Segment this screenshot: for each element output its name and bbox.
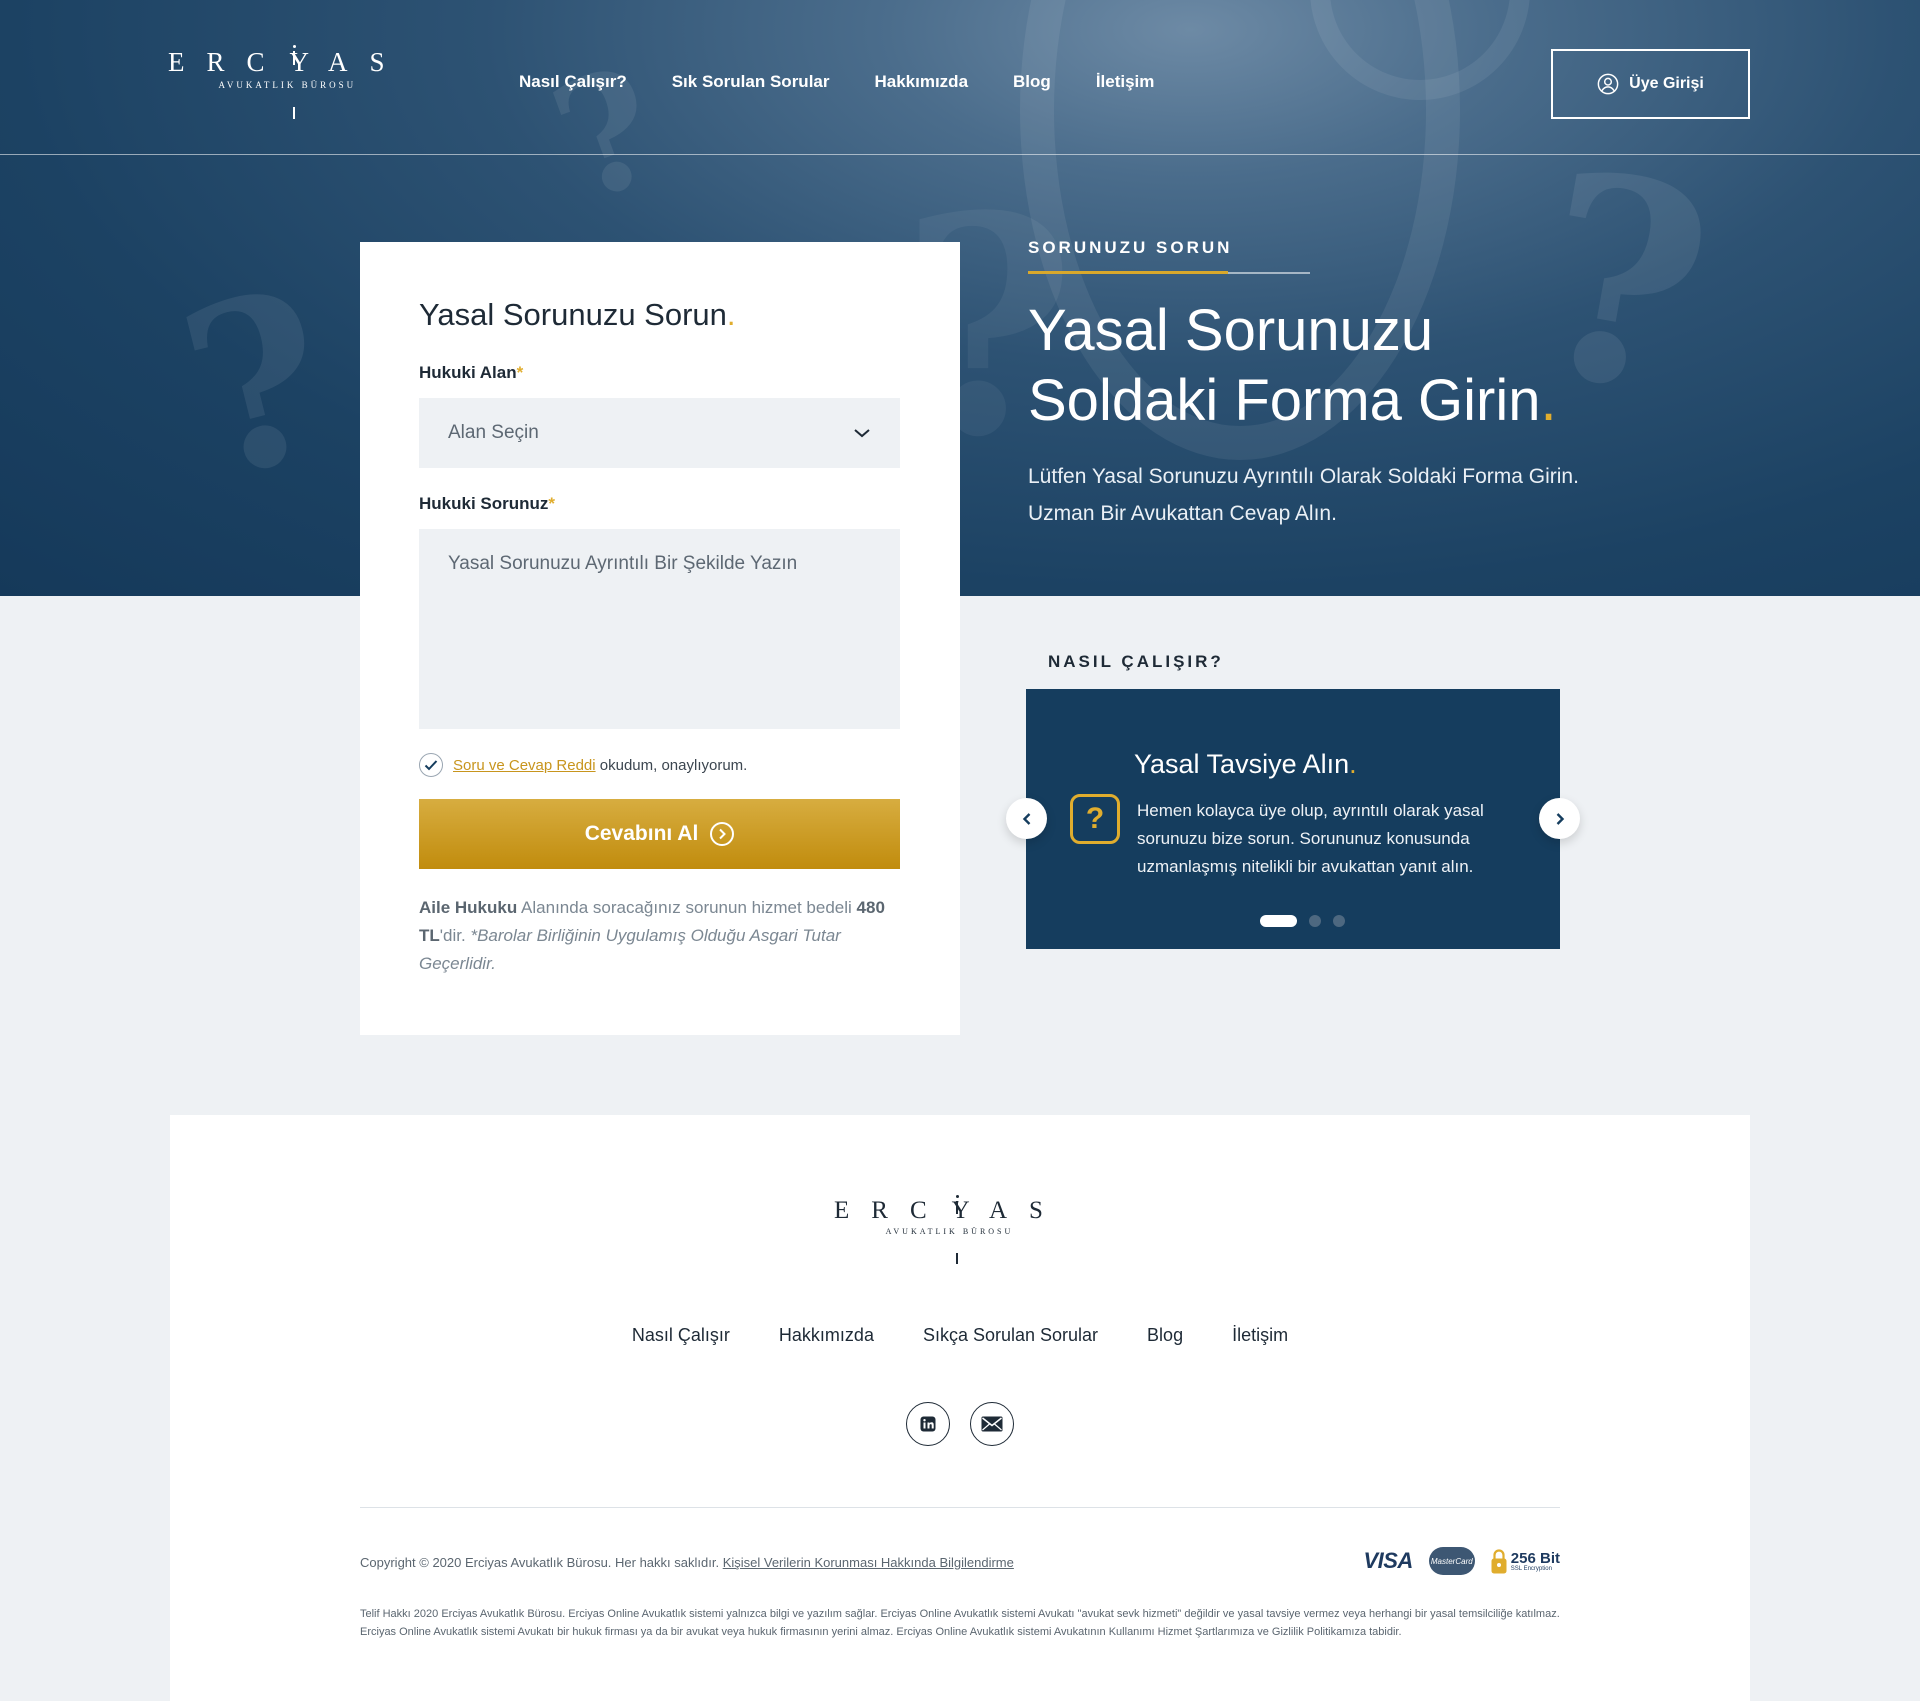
nav-item-how-it-works[interactable]: Nasıl Çalışır? — [519, 72, 627, 92]
linkedin-icon[interactable] — [906, 1402, 950, 1446]
required-marker: * — [548, 494, 556, 513]
nav-item-blog[interactable]: Blog — [1013, 72, 1051, 92]
how-it-works-heading: NASIL ÇALIŞIR? — [1048, 652, 1224, 671]
main-nav: Nasıl Çalışır? Sık Sorulan Sorular Hakkı… — [519, 72, 1154, 92]
visa-logo: VISA — [1363, 1548, 1413, 1573]
question-mark-decoration: ? — [159, 237, 356, 533]
note-area: Aile Hukuku — [419, 898, 518, 917]
hero-title-dot: . — [1540, 368, 1557, 433]
logo-i-stem — [293, 51, 295, 65]
slider-next-button[interactable] — [1539, 798, 1580, 839]
consent-checkbox[interactable] — [419, 753, 443, 777]
question-label-text: Hukuki Sorunuz — [419, 494, 549, 513]
hero-title-line2: Soldaki Forma Girin — [1028, 368, 1541, 433]
nav-item-about[interactable]: Hakkımızda — [874, 72, 968, 92]
form-title-dot: . — [726, 297, 736, 332]
check-icon — [424, 760, 438, 771]
slide-title: Yasal Tavsiye Alın. — [1134, 749, 1357, 780]
question-label: Hukuki Sorunuz* — [419, 494, 901, 514]
copyright: Copyright © 2020 Erciyas Avukatlık Büros… — [360, 1555, 1014, 1570]
footer-nav-how-it-works[interactable]: Nasıl Çalışır — [632, 1325, 730, 1346]
question-textarea[interactable]: Yasal Sorunuzu Ayrıntılı Bir Şekilde Yaz… — [419, 529, 900, 729]
chevron-right-icon — [1556, 812, 1564, 825]
footer-nav-about[interactable]: Hakkımızda — [779, 1325, 874, 1346]
payment-logos: VISA MasterCard 256 Bit SSL Encryption — [1363, 1547, 1560, 1575]
hero-eyebrow: SORUNUZU SORUN — [1028, 238, 1233, 257]
slider-dot-1[interactable] — [1260, 915, 1297, 927]
slider-prev-button[interactable] — [1006, 798, 1047, 839]
slide-title-dot: . — [1349, 749, 1357, 779]
note-disclaimer: *Barolar Birliğinin Uygulamış Olduğu Asg… — [419, 926, 841, 973]
eyebrow-underline — [1028, 271, 1310, 274]
footer-nav-contact[interactable]: İletişim — [1232, 1325, 1288, 1346]
footer-logo-subtitle: AVUKATLIK BÜROSU — [885, 1227, 1014, 1236]
logo-i-dot — [292, 45, 296, 48]
chevron-down-icon — [854, 429, 870, 438]
logo[interactable]: ERC YAS AVUKATLIK BÜROSU — [168, 45, 407, 119]
logo-i-stem — [956, 1201, 958, 1214]
required-marker: * — [516, 363, 524, 382]
padlock-icon — [1491, 1549, 1507, 1574]
get-answer-label: Cevabını Al — [584, 822, 699, 845]
arrow-right-circle-icon — [710, 822, 735, 846]
slider-dot-3[interactable] — [1333, 915, 1345, 927]
question-form: Yasal Sorunuzu Sorun. Hukuki Alan* Alan … — [360, 242, 960, 1035]
header-divider — [0, 154, 1920, 155]
footer-logo-wordmark: ERC YAS — [834, 1195, 1065, 1264]
member-login-label: Üye Girişi — [1629, 75, 1704, 92]
ssl-badge: 256 Bit SSL Encryption — [1491, 1548, 1560, 1574]
social-links — [906, 1402, 1014, 1446]
ssl-label: SSL Encryption — [1510, 1565, 1552, 1572]
question-mark-decoration: ? — [530, 29, 684, 239]
slider-dot-2[interactable] — [1309, 915, 1321, 927]
hero-title-line1: Yasal Sorunuzu — [1028, 298, 1434, 363]
area-label: Hukuki Alan* — [419, 363, 901, 383]
area-select[interactable]: Alan Seçin — [419, 398, 900, 468]
member-login-button[interactable]: Üye Girişi — [1551, 49, 1750, 119]
nav-item-faq[interactable]: Sık Sorulan Sorular — [672, 72, 830, 92]
footer-nav-faq[interactable]: Sıkça Sorulan Sorular — [923, 1325, 1098, 1346]
logo-i-dot — [955, 1195, 959, 1198]
slider-dots — [1260, 915, 1345, 927]
logo-subtitle: AVUKATLIK BÜROSU — [218, 80, 357, 90]
note-suffix: 'dir. — [439, 926, 466, 945]
logo-wordmark: ERC YAS — [168, 45, 407, 119]
consent-text: okudum, onaylıyorum. — [599, 756, 748, 774]
question-icon: ? — [1070, 794, 1120, 844]
nav-item-contact[interactable]: İletişim — [1096, 72, 1155, 92]
ssl-bits: 256 Bit — [1510, 1549, 1560, 1567]
how-it-works-slider: Yasal Tavsiye Alın. ? Hemen kolayca üye … — [1026, 689, 1560, 949]
hero-section: ? ? ? ? ERC YAS AVUKATLIK BÜROSU Nasıl Ça… — [0, 0, 1920, 596]
note-text: Alanında soracağınız sorunun hizmet bede… — [521, 898, 852, 917]
hero-text-block: SORUNUZU SORUN Yasal Sorunuzu Soldaki Fo… — [1028, 238, 1588, 532]
disclaimer-link[interactable]: Soru ve Cevap Reddi — [453, 757, 596, 774]
logo-i-tail — [956, 1253, 958, 1264]
hero-title: Yasal Sorunuzu Soldaki Forma Girin. — [1028, 296, 1588, 436]
footer-divider — [360, 1507, 1560, 1508]
area-label-text: Hukuki Alan — [419, 363, 517, 382]
area-select-value: Alan Seçin — [448, 422, 539, 443]
hero-description: Lütfen Yasal Sorunuzu Ayrıntılı Olarak S… — [1028, 465, 1579, 525]
get-answer-button[interactable]: Cevabını Al — [419, 799, 900, 869]
copyright-text: Copyright © 2020 Erciyas Avukatlık Büros… — [360, 1555, 720, 1570]
footer-nav-blog[interactable]: Blog — [1147, 1325, 1183, 1346]
footer-logo[interactable]: ERC YAS AVUKATLIK BÜROSU — [834, 1195, 1065, 1264]
slide-text: Hemen kolayca üye olup, ayrıntılı olarak… — [1137, 801, 1484, 876]
chevron-left-icon — [1022, 812, 1030, 825]
privacy-link[interactable]: Kişisel Verilerin Korunması Hakkında Bil… — [723, 1555, 1014, 1570]
price-note: Aile Hukuku Alanında soracağınız sorunun… — [419, 894, 901, 978]
slide-title-text: Yasal Tavsiye Alın — [1134, 749, 1350, 779]
footer: ERC YAS AVUKATLIK BÜROSU Nasıl Çalışır Ha… — [170, 1115, 1750, 1701]
consent-row: Soru ve Cevap Reddi okudum, onaylıyorum. — [419, 753, 901, 777]
footer-nav: Nasıl Çalışır Hakkımızda Sıkça Sorulan S… — [170, 1325, 1750, 1346]
form-title-text: Yasal Sorunuzu Sorun — [419, 297, 727, 332]
user-circle-icon — [1597, 73, 1619, 95]
mastercard-logo: MasterCard — [1428, 1547, 1475, 1575]
mail-icon[interactable] — [970, 1402, 1014, 1446]
legal-text: Telif Hakkı 2020 Erciyas Avukatlık Büros… — [360, 1608, 1560, 1638]
logo-i-tail — [293, 107, 295, 119]
form-title: Yasal Sorunuzu Sorun. — [419, 297, 901, 333]
